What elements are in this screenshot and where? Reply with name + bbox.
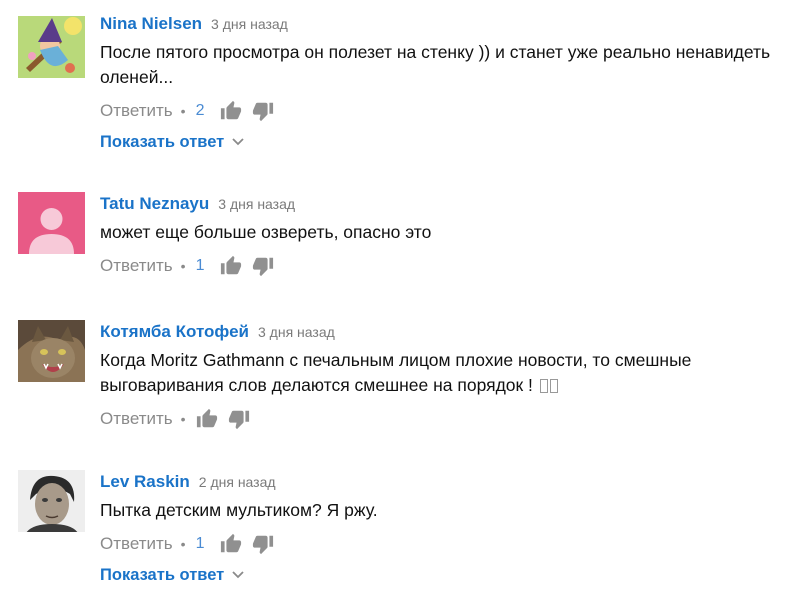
comment-actions: Ответить • 1 — [100, 531, 800, 557]
witch-cartoon-avatar-icon — [18, 16, 85, 78]
thumbs-up-icon[interactable] — [220, 100, 242, 122]
avatar[interactable] — [18, 192, 85, 254]
reply-button[interactable]: Ответить — [100, 101, 173, 121]
comment-text-content: Когда Moritz Gathmann с печальным лицом … — [100, 350, 692, 395]
comment-text: После пятого просмотра он полезет на сте… — [100, 42, 771, 87]
comment-actions: Ответить • — [100, 406, 800, 432]
like-count: 1 — [195, 535, 205, 552]
comment-body: Котямба Котофей 3 дня назад Когда Moritz… — [100, 322, 800, 432]
comment-time[interactable]: 3 дня назад — [258, 324, 335, 340]
like-count: 2 — [195, 102, 205, 119]
missing-emoji-glyph — [539, 379, 548, 393]
like-count: 1 — [195, 257, 205, 274]
comment-header: Котямба Котофей 3 дня назад — [100, 322, 800, 344]
separator-dot: • — [180, 258, 186, 274]
thumbs-up-icon[interactable] — [220, 255, 242, 277]
show-replies-label[interactable]: Показать ответ — [100, 566, 224, 585]
chevron-down-icon[interactable] — [232, 138, 244, 146]
author-name[interactable]: Lev Raskin — [100, 472, 190, 492]
thumbs-up-icon[interactable] — [220, 533, 242, 555]
reply-button[interactable]: Ответить — [100, 256, 173, 276]
author-name[interactable]: Tatu Neznayu — [100, 194, 209, 214]
avatar[interactable] — [18, 320, 85, 382]
thumbs-up-icon[interactable] — [196, 408, 218, 430]
separator-dot: • — [180, 103, 186, 119]
comment-text: Когда Moritz Gathmann с печальным лицом … — [100, 348, 800, 398]
thumbs-down-icon[interactable] — [252, 533, 274, 555]
default-user-avatar-icon — [18, 192, 85, 254]
show-replies-button[interactable]: Показать ответ — [100, 563, 800, 587]
separator-dot: • — [180, 411, 186, 427]
comment-body: Tatu Neznayu 3 дня назад может еще больш… — [100, 194, 800, 279]
reply-button[interactable]: Ответить — [100, 534, 173, 554]
comment-actions: Ответить • 1 — [100, 253, 800, 279]
comment-text: может еще больше озвереть, опасно это — [100, 222, 432, 242]
man-portrait-avatar-icon — [18, 470, 85, 532]
avatar[interactable] — [18, 470, 85, 532]
thumbs-down-icon[interactable] — [252, 100, 274, 122]
thumbs-down-icon[interactable] — [252, 255, 274, 277]
cat-photo-avatar-icon — [18, 320, 85, 382]
comment-time[interactable]: 3 дня назад — [218, 196, 295, 212]
comment-text: Пытка детским мультиком? Я ржу. — [100, 500, 378, 520]
comment-header: Lev Raskin 2 дня назад — [100, 472, 800, 494]
show-replies-label[interactable]: Показать ответ — [100, 133, 224, 152]
chevron-down-icon[interactable] — [232, 571, 244, 579]
author-name[interactable]: Котямба Котофей — [100, 322, 249, 342]
avatar[interactable] — [18, 16, 85, 78]
comment-header: Nina Nielsen 3 дня назад — [100, 14, 800, 36]
show-replies-button[interactable]: Показать ответ — [100, 130, 800, 154]
comment-actions: Ответить • 2 — [100, 98, 800, 124]
reply-button[interactable]: Ответить — [100, 409, 173, 429]
missing-emoji-glyph — [549, 379, 558, 393]
comment-body: Nina Nielsen 3 дня назад После пятого пр… — [100, 14, 800, 154]
comment-header: Tatu Neznayu 3 дня назад — [100, 194, 800, 216]
thumbs-down-icon[interactable] — [228, 408, 250, 430]
comment-body: Lev Raskin 2 дня назад Пытка детским мул… — [100, 472, 800, 587]
comment-time[interactable]: 2 дня назад — [199, 474, 276, 490]
separator-dot: • — [180, 536, 186, 552]
comment-time[interactable]: 3 дня назад — [211, 16, 288, 32]
author-name[interactable]: Nina Nielsen — [100, 14, 202, 34]
